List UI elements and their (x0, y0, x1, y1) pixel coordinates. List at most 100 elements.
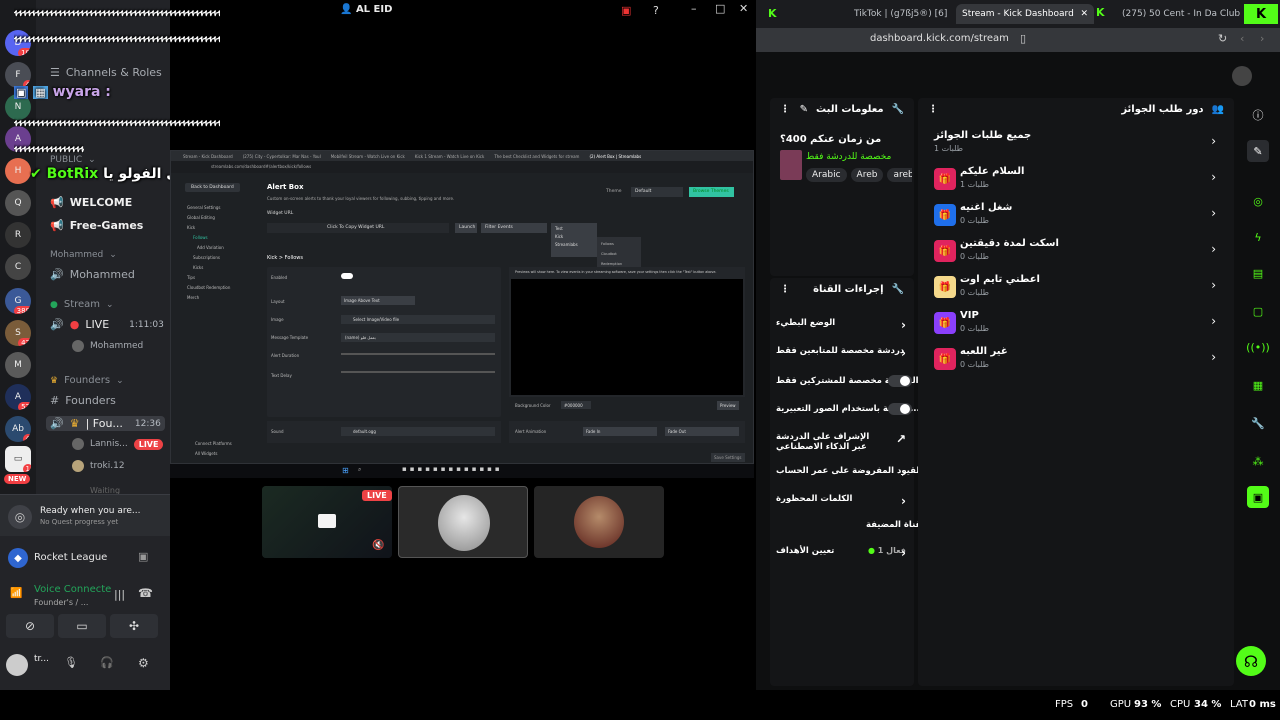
redemption-row[interactable]: 🎁 غير اللعبه طلبات 0 › (930, 346, 1216, 378)
camera-off-button[interactable]: ⊘ (6, 614, 54, 638)
dropdown-item[interactable]: Follows (601, 239, 637, 249)
voice-status[interactable]: Voice Connecte (34, 584, 111, 595)
category-mohammed[interactable]: Mohammed ⌄ (50, 250, 117, 260)
nodes-icon[interactable]: ⁂ (1247, 450, 1269, 472)
server-icon[interactable]: M (5, 352, 31, 378)
category-stream[interactable]: ● Stream ⌄ (50, 299, 114, 310)
ai-moderation-row[interactable]: الإشراف على الدردشة عبر الذكاء الاصطناعي… (776, 428, 906, 456)
tag[interactable]: Arabic (806, 168, 847, 182)
preview-button[interactable]: Preview (717, 401, 739, 410)
slow-mode-row[interactable]: الوضع البطيء › (776, 314, 906, 334)
maximize-icon[interactable]: □ (715, 2, 725, 15)
redemption-row[interactable]: 🎁 VIP طلبات 0 › (930, 310, 1216, 342)
server-icon[interactable]: H (5, 158, 31, 184)
redemption-row[interactable]: 🎁 شغل اغنيه طلبات 0 › (930, 202, 1216, 234)
reload-icon[interactable]: ↻ (1218, 32, 1227, 45)
banned-words-row[interactable]: الكلمات المحظورة › (776, 490, 906, 510)
more-icon[interactable]: ⋮ (780, 104, 790, 115)
help-icon[interactable]: ? (653, 4, 659, 17)
server-icon[interactable]: C (5, 254, 31, 280)
menu-item[interactable]: Follows (187, 233, 230, 243)
channel-founders-text[interactable]: # Founders (50, 394, 116, 407)
server-icon[interactable]: A 52 (5, 384, 31, 410)
image-field[interactable]: Select Image/Video file (341, 315, 495, 324)
lightning-icon[interactable]: ϟ (1247, 226, 1269, 248)
voice-member[interactable]: Mohammed (72, 340, 143, 352)
delay-slider[interactable] (341, 371, 495, 373)
quest-card[interactable]: ◎ Ready when you are... No Quest progres… (0, 494, 170, 536)
subscribers-only-toggle[interactable] (888, 375, 912, 387)
screen-share-button[interactable]: ▭ (58, 614, 106, 638)
test-dropdown[interactable]: Test Kick Streamlabs (551, 223, 597, 257)
info-icon[interactable]: ⓘ (1247, 104, 1269, 126)
menu-item[interactable]: Add Variation (187, 243, 230, 253)
menu-item[interactable]: Global Editing (187, 213, 230, 223)
close-icon[interactable]: ✕ (1080, 9, 1088, 19)
chat-icon[interactable]: ▢ (1247, 300, 1269, 322)
target-icon[interactable]: ◎ (1247, 190, 1269, 212)
close-icon[interactable]: ✕ (739, 2, 748, 15)
video-tile-screen[interactable]: LIVE 🔇 (262, 486, 392, 558)
edit-icon[interactable]: ✎ (800, 104, 808, 115)
dropdown-item[interactable]: Kick (555, 233, 593, 241)
connect-link[interactable]: Connect Platforms (195, 441, 232, 446)
server-icon[interactable]: R (5, 222, 31, 248)
category-founders[interactable]: ♛ Founders ⌄ (50, 375, 124, 386)
server-icon[interactable]: ▭ 1 (5, 446, 31, 472)
forward-icon[interactable]: › (1260, 32, 1264, 45)
redemption-row[interactable]: 🎁 اعطني تايم اوت طلبات 0 › (930, 274, 1216, 306)
fade-in-select[interactable]: Fade In (583, 427, 657, 436)
browser-tab[interactable]: TikTok | (g7ßj5®) [6]♪ (854, 4, 952, 24)
layout-select[interactable]: Image Above Text (341, 296, 415, 305)
wrench-icon[interactable]: 🔧 (1247, 412, 1269, 434)
headphones-icon[interactable]: 🎧 (100, 656, 114, 669)
server-icon[interactable]: S 47 (5, 320, 31, 346)
channel-free-games[interactable]: 📢 Free-Games (50, 219, 143, 232)
menu-item[interactable]: Tips (187, 273, 230, 283)
menu-item[interactable]: General Settings (187, 203, 230, 213)
server-icon[interactable]: G 388 (5, 288, 31, 314)
layout-icon[interactable]: ▦ (1247, 374, 1269, 396)
url-field[interactable]: dashboard.kick.com/stream (870, 33, 1009, 44)
menu-item[interactable]: Kicks (187, 263, 230, 273)
more-icon[interactable]: ⋮ (780, 284, 790, 295)
browser-tab-active[interactable]: Stream - Kick Dashboard ✕ (956, 4, 1094, 24)
broadcast-icon[interactable]: ((•)) (1246, 336, 1270, 358)
category-public[interactable]: PUBLIC ⌄ (50, 155, 96, 165)
sound-field[interactable]: default.ogg (341, 427, 495, 436)
channel-founders-voice[interactable]: 🔊 ♛ | Fou... 12:36 (46, 416, 165, 431)
channel-mohammed[interactable]: 🔊 Mohammed (50, 268, 135, 281)
menu-item[interactable]: Kick (187, 223, 230, 233)
goals-row[interactable]: تعيين الأهداف ● فعال 1 › (776, 542, 906, 562)
redemption-row[interactable]: 🎁 السلام عليكم طلبات 1 › (930, 166, 1216, 198)
menu-item[interactable]: Subscriptions (187, 253, 230, 263)
note-icon[interactable]: ▤ (1247, 262, 1269, 284)
fade-out-select[interactable]: Fade Out (665, 427, 739, 436)
mic-icon[interactable]: 🎙 (64, 656, 78, 669)
back-icon[interactable]: ‹ (1240, 32, 1244, 45)
video-tile-user[interactable] (398, 486, 528, 558)
all-widgets-link[interactable]: All Widgets (195, 451, 217, 456)
dropdown-item[interactable]: Cloudbot Redemption (601, 249, 637, 269)
channels-roles-item[interactable]: ☰ Channels & Roles (50, 66, 162, 79)
server-icon[interactable]: Q (5, 190, 31, 216)
soundboard-icon[interactable]: ||| (114, 588, 125, 601)
duration-slider[interactable] (341, 353, 495, 355)
emotes-only-toggle[interactable] (888, 403, 912, 415)
server-icon[interactable]: Ab 4 (5, 416, 31, 442)
dropdown-item[interactable]: Test (555, 225, 593, 233)
voice-member-troki[interactable]: troki.12 (72, 460, 125, 472)
record-icon[interactable]: ▣ (621, 4, 631, 17)
video-tile-user[interactable] (534, 486, 664, 558)
pencil-icon[interactable]: ✎ (1247, 140, 1269, 162)
disconnect-icon[interactable]: ☎ (138, 586, 153, 600)
bg-color-field[interactable]: #000000 (561, 401, 591, 409)
settings-icon[interactable]: ⚙ (138, 656, 149, 670)
theme-select[interactable]: Default (631, 187, 683, 197)
add-widget-icon[interactable]: ▣ (1247, 486, 1269, 508)
voice-member-lannis[interactable]: Lannis... LIVE (72, 438, 164, 450)
host-channel-row[interactable]: القناة المضيفة (776, 516, 928, 536)
account-age-row[interactable]: القيود المفروضة على عمر الحساب › (776, 462, 922, 482)
filter-select[interactable]: Filter Events (481, 223, 547, 233)
followers-only-row[interactable]: دردشة مخصصة للمتابعين فقط › (776, 342, 906, 362)
